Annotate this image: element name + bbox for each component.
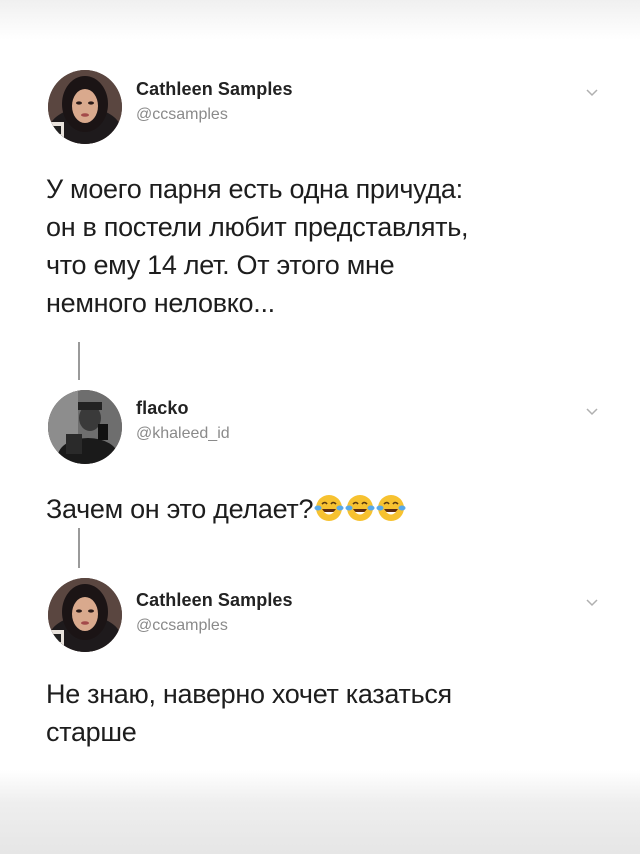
tweet-text: У моего парня есть одна причуда: он в по… [46,170,626,322]
tweet-text: Не знаю, наверно хочет казаться старше [46,675,626,751]
tweet-text-line: что ему 14 лет. От этого мне [46,250,395,280]
tweet-text-line: Не знаю, наверно хочет казаться [46,679,452,709]
man-mirror-selfie-avatar-icon [48,390,122,464]
bottom-fade [0,770,640,854]
avatar-cathleen[interactable] [48,578,122,652]
thread-connector [78,528,80,568]
author-handle[interactable]: @ccsamples [136,106,228,124]
face-with-tears-of-joy-icon [314,495,344,521]
chevron-down-icon[interactable] [585,598,599,608]
woman-portrait-avatar-icon [48,70,122,144]
thread-connector [78,342,80,380]
author-handle[interactable]: @ccsamples [136,617,228,635]
avatar-flacko[interactable] [48,390,122,464]
tweet-text-line: Зачем он это делает? [46,494,314,524]
woman-portrait-avatar-icon [48,578,122,652]
avatar-cathleen[interactable] [48,70,122,144]
author-name[interactable]: flacko [136,398,189,419]
tweet-text: Зачем он это делает? [46,490,626,528]
tweet-text-line: он в постели любит представлять, [46,212,469,242]
chevron-down-icon[interactable] [585,88,599,98]
author-name[interactable]: Cathleen Samples [136,590,293,611]
face-with-tears-of-joy-icon [345,495,375,521]
author-handle[interactable]: @khaleed_id [136,425,230,443]
tweet-text-line: У моего парня есть одна причуда: [46,174,463,204]
tweet-text-line: немного неловко... [46,288,275,318]
chevron-down-icon[interactable] [585,407,599,417]
face-with-tears-of-joy-icon [376,495,406,521]
top-fade [0,0,640,40]
tweet-text-line: старше [46,717,137,747]
author-name[interactable]: Cathleen Samples [136,79,293,100]
